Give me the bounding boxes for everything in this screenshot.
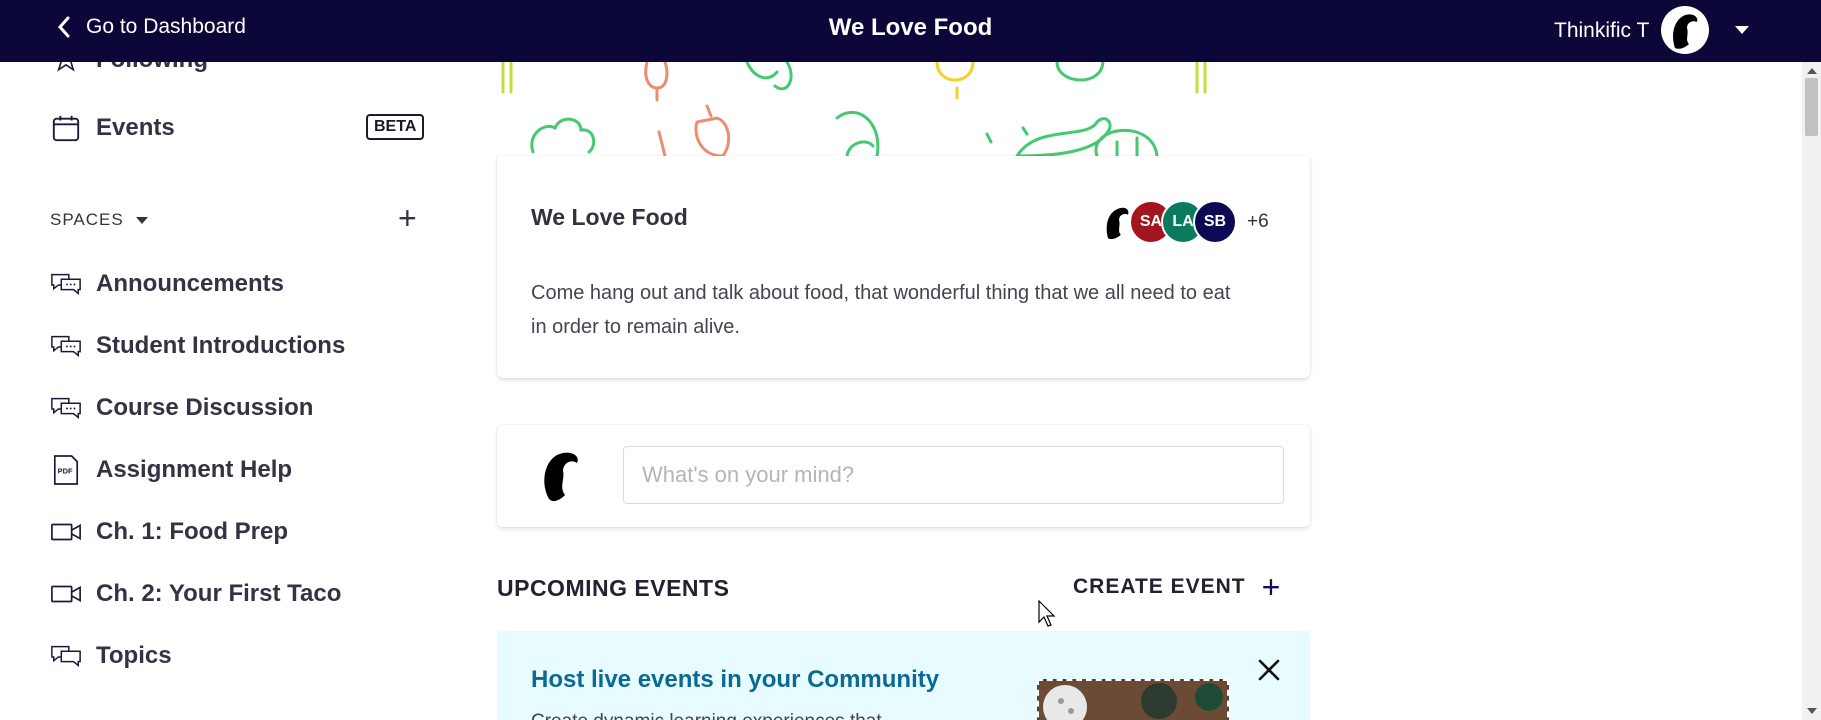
go-to-dashboard-link[interactable]: Go to Dashboard [56,15,246,39]
host-events-promo: Host live events in your Community Creat… [497,631,1310,720]
chat-bubbles-icon [50,640,82,672]
close-icon[interactable] [1255,656,1283,684]
plus-icon: + [1261,569,1282,605]
sidebar-item-label: Following [96,62,208,74]
top-navigation-bar: Go to Dashboard We Love Food Thinkific T [0,0,1821,62]
chat-bubbles-icon [50,392,82,424]
upcoming-events-heading: UPCOMING EVENTS [497,575,730,601]
page-title: We Love Food [828,14,993,41]
sidebar-item-label: Announcements [96,270,285,297]
create-event-button[interactable]: CREATE EVENT + [1073,569,1282,605]
sidebar-item-label: Student Introductions [96,332,346,359]
svg-text:PDF: PDF [58,467,73,476]
user-menu[interactable]: Thinkific T [1554,6,1750,54]
avatar[interactable] [1661,6,1710,54]
sidebar-item-topics[interactable]: Topics [50,640,172,672]
space-description: Come hang out and talk about food, that … [531,282,1231,338]
sidebar-item-label: Ch. 1: Food Prep [96,518,288,545]
promo-image [1037,679,1229,720]
user-name: Thinkific T [1554,19,1650,42]
sidebar-item-events[interactable]: Events [50,112,175,144]
sidebar: Following Events BETA SPACES + Announcem… [0,62,450,720]
chevron-left-icon [57,16,70,38]
space-banner-image [497,62,1310,156]
page-scrollbar[interactable] [1802,62,1821,720]
sidebar-item-assignment-help[interactable]: PDF Assignment Help [50,454,292,486]
sidebar-item-label: Topics [96,642,172,669]
scroll-down-icon[interactable] [1807,708,1817,714]
spaces-header-label: SPACES [50,210,124,229]
chat-bubbles-icon [50,330,82,362]
sidebar-item-course-discussion[interactable]: Course Discussion [50,392,313,424]
scroll-up-icon[interactable] [1807,68,1817,74]
avatar[interactable]: SB [1193,200,1237,244]
sidebar-item-ch2-your-first-taco[interactable]: Ch. 2: Your First Taco [50,578,341,610]
space-title: We Love Food [531,204,688,230]
sidebar-item-label: Course Discussion [96,394,314,421]
mouse-cursor-icon [1038,600,1056,627]
spaces-header[interactable]: SPACES [50,210,148,230]
video-icon [50,516,82,548]
chat-bubbles-icon [50,268,82,300]
caret-down-icon[interactable] [1735,26,1750,34]
promo-title: Host live events in your Community [531,666,940,693]
post-composer-card [497,425,1310,527]
avatar [531,445,591,505]
sidebar-item-ch1-food-prep[interactable]: Ch. 1: Food Prep [50,516,288,548]
beta-badge: BETA [366,114,425,140]
calendar-icon [50,112,82,144]
create-event-label: CREATE EVENT [1073,575,1246,598]
more-members-count[interactable]: +6 [1247,211,1269,233]
video-icon [50,578,82,610]
sidebar-item-announcements[interactable]: Announcements [50,268,284,300]
scrollbar-thumb[interactable] [1805,78,1818,136]
promo-subtitle: Create dynamic learning experiences that [531,711,882,720]
add-space-button[interactable]: + [398,202,417,234]
sidebar-item-label: Ch. 2: Your First Taco [96,580,342,607]
space-info-card: We Love Food SA LA SB +6 Come hang out a… [497,156,1310,378]
post-input[interactable] [623,446,1284,504]
pdf-icon: PDF [50,454,82,486]
member-avatars[interactable]: SA LA SB +6 [1097,200,1269,244]
star-icon [50,62,82,76]
sidebar-item-label: Assignment Help [96,456,293,483]
sidebar-item-student-introductions[interactable]: Student Introductions [50,330,345,362]
sidebar-item-label: Events [96,114,175,141]
caret-down-icon [135,216,148,224]
sidebar-item-following[interactable]: Following [50,62,208,76]
go-to-dashboard-label: Go to Dashboard [86,15,246,38]
